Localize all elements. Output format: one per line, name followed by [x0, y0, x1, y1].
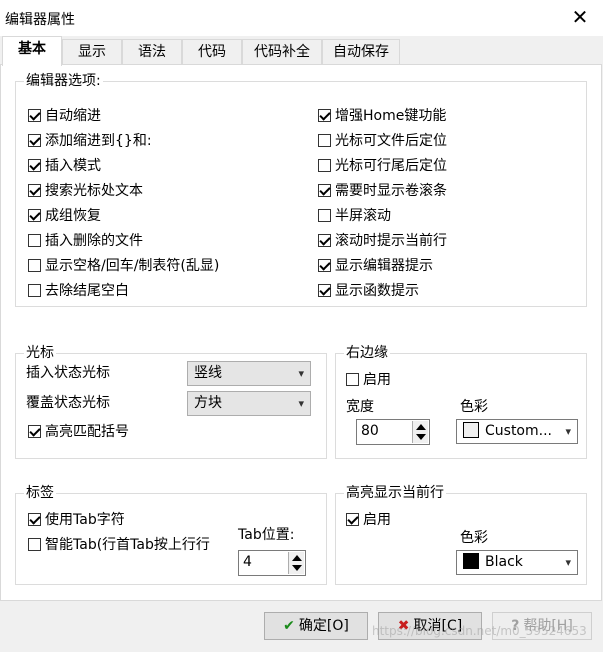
checkbox[interactable] [28, 209, 41, 222]
checkbox[interactable] [28, 134, 41, 147]
checkmark-icon: ✔ [283, 618, 295, 634]
title-bar: 编辑器属性 ✕ [0, 0, 603, 36]
close-icon[interactable]: ✕ [569, 6, 591, 28]
checkbox[interactable] [318, 184, 331, 197]
checkbox[interactable] [28, 538, 41, 551]
margin-color-label: 色彩 [460, 399, 488, 415]
spin-down-icon[interactable] [416, 434, 426, 440]
highlight-color-swatch [463, 553, 479, 569]
checkbox[interactable] [318, 259, 331, 272]
option-trim-trailing[interactable]: 去除结尾空白 [28, 281, 129, 301]
option-function-hints[interactable]: 显示函数提示 [318, 281, 419, 301]
option-cursor-past-eol[interactable]: 光标可行尾后定位 [318, 156, 447, 176]
cursor-group: 光标 插入状态光标 竖线 ▾ 覆盖状态光标 方块 ▾ 高亮匹配括号 [15, 344, 327, 459]
checkbox[interactable] [318, 109, 331, 122]
checkbox[interactable] [28, 259, 41, 272]
tab-code-completion[interactable]: 代码补全 [242, 39, 322, 65]
option-half-page-scroll[interactable]: 半屏滚动 [318, 206, 391, 226]
tab-settings-label: 标签 [24, 484, 56, 502]
checkbox[interactable] [28, 425, 41, 438]
option-enhanced-home[interactable]: 增强Home键功能 [318, 106, 446, 126]
checkbox[interactable] [28, 184, 41, 197]
margin-color-select[interactable]: Custom... ▾ [456, 419, 578, 444]
option-scroll-hint[interactable]: 滚动时提示当前行 [318, 231, 447, 251]
ok-button[interactable]: ✔ 确定[O] [264, 612, 368, 640]
insert-cursor-label: 插入状态光标 [26, 365, 110, 381]
tab-settings-group: 标签 使用Tab字符 智能Tab(行首Tab按上行行 Tab位置: 4 [15, 484, 327, 585]
width-spinner[interactable]: 80 [356, 419, 430, 445]
overwrite-cursor-select[interactable]: 方块 ▾ [187, 391, 311, 416]
checkbox[interactable] [346, 373, 359, 386]
highlight-line-group: 高亮显示当前行 启用 色彩 Black ▾ [335, 484, 587, 585]
right-margin-group: 右边缘 启用 宽度 80 色彩 Custom... ▾ [335, 344, 587, 459]
checkbox[interactable] [318, 134, 331, 147]
checkbox[interactable] [28, 109, 41, 122]
tab-position-spinner[interactable]: 4 [238, 550, 306, 576]
checkbox[interactable] [318, 209, 331, 222]
tab-autosave[interactable]: 自动保存 [322, 39, 400, 65]
overwrite-cursor-label: 覆盖状态光标 [26, 395, 110, 411]
option-show-whitespace[interactable]: 显示空格/回车/制表符(乱显) [28, 256, 219, 276]
checkbox[interactable] [28, 284, 41, 297]
tab-syntax[interactable]: 语法 [122, 39, 182, 65]
highlight-line-label: 高亮显示当前行 [344, 484, 446, 502]
option-scrollbars-when-needed[interactable]: 需要时显示卷滚条 [318, 181, 447, 201]
window-title: 编辑器属性 [5, 12, 75, 28]
checkbox[interactable] [28, 513, 41, 526]
checkbox[interactable] [318, 234, 331, 247]
chevron-down-icon: ▾ [298, 367, 304, 380]
tab-position-label: Tab位置: [238, 527, 295, 543]
chevron-down-icon: ▾ [298, 397, 304, 410]
checkbox[interactable] [346, 513, 359, 526]
option-insert-dropped-files[interactable]: 插入删除的文件 [28, 231, 143, 251]
watermark: https://blog.csdn.net/m0_59524653 [372, 624, 587, 638]
chevron-down-icon: ▾ [565, 425, 571, 438]
highlight-color-select[interactable]: Black ▾ [456, 550, 578, 575]
option-add-indent[interactable]: 添加缩进到{}和: [28, 131, 152, 151]
use-tab-char-option[interactable]: 使用Tab字符 [28, 510, 125, 530]
editor-options-group: 编辑器选项: 自动缩进 添加缩进到{}和: 插入模式 搜索光标处文本 成组恢复 … [15, 72, 587, 307]
tab-display[interactable]: 显示 [62, 39, 122, 65]
chevron-down-icon: ▾ [565, 556, 571, 569]
highlight-brackets-option[interactable]: 高亮匹配括号 [28, 422, 129, 442]
option-group-undo[interactable]: 成组恢复 [28, 206, 101, 226]
option-editor-hints[interactable]: 显示编辑器提示 [318, 256, 433, 276]
checkbox[interactable] [318, 159, 331, 172]
option-insert-mode[interactable]: 插入模式 [28, 156, 101, 176]
smart-tab-option[interactable]: 智能Tab(行首Tab按上行行 [28, 535, 210, 555]
highlight-line-enable[interactable]: 启用 [346, 510, 391, 530]
right-margin-enable[interactable]: 启用 [346, 370, 391, 390]
tab-bar: 基本 显示 语法 代码 代码补全 自动保存 [0, 36, 603, 66]
width-label: 宽度 [346, 399, 374, 415]
option-auto-indent[interactable]: 自动缩进 [28, 106, 101, 126]
editor-options-label: 编辑器选项: [24, 72, 103, 90]
highlight-color-label: 色彩 [460, 530, 488, 546]
option-search-cursor-text[interactable]: 搜索光标处文本 [28, 181, 143, 201]
spin-down-icon[interactable] [292, 565, 302, 571]
right-margin-label: 右边缘 [344, 344, 390, 362]
option-cursor-past-eof[interactable]: 光标可文件后定位 [318, 131, 447, 151]
spin-up-icon[interactable] [292, 555, 302, 561]
spin-up-icon[interactable] [416, 424, 426, 430]
checkbox[interactable] [28, 159, 41, 172]
checkbox[interactable] [28, 234, 41, 247]
tab-panel: 编辑器选项: 自动缩进 添加缩进到{}和: 插入模式 搜索光标处文本 成组恢复 … [0, 64, 602, 601]
tab-code[interactable]: 代码 [182, 39, 242, 65]
checkbox[interactable] [318, 284, 331, 297]
tab-basic[interactable]: 基本 [2, 36, 62, 66]
margin-color-swatch [463, 422, 479, 438]
cursor-group-label: 光标 [24, 344, 56, 362]
insert-cursor-select[interactable]: 竖线 ▾ [187, 361, 311, 386]
